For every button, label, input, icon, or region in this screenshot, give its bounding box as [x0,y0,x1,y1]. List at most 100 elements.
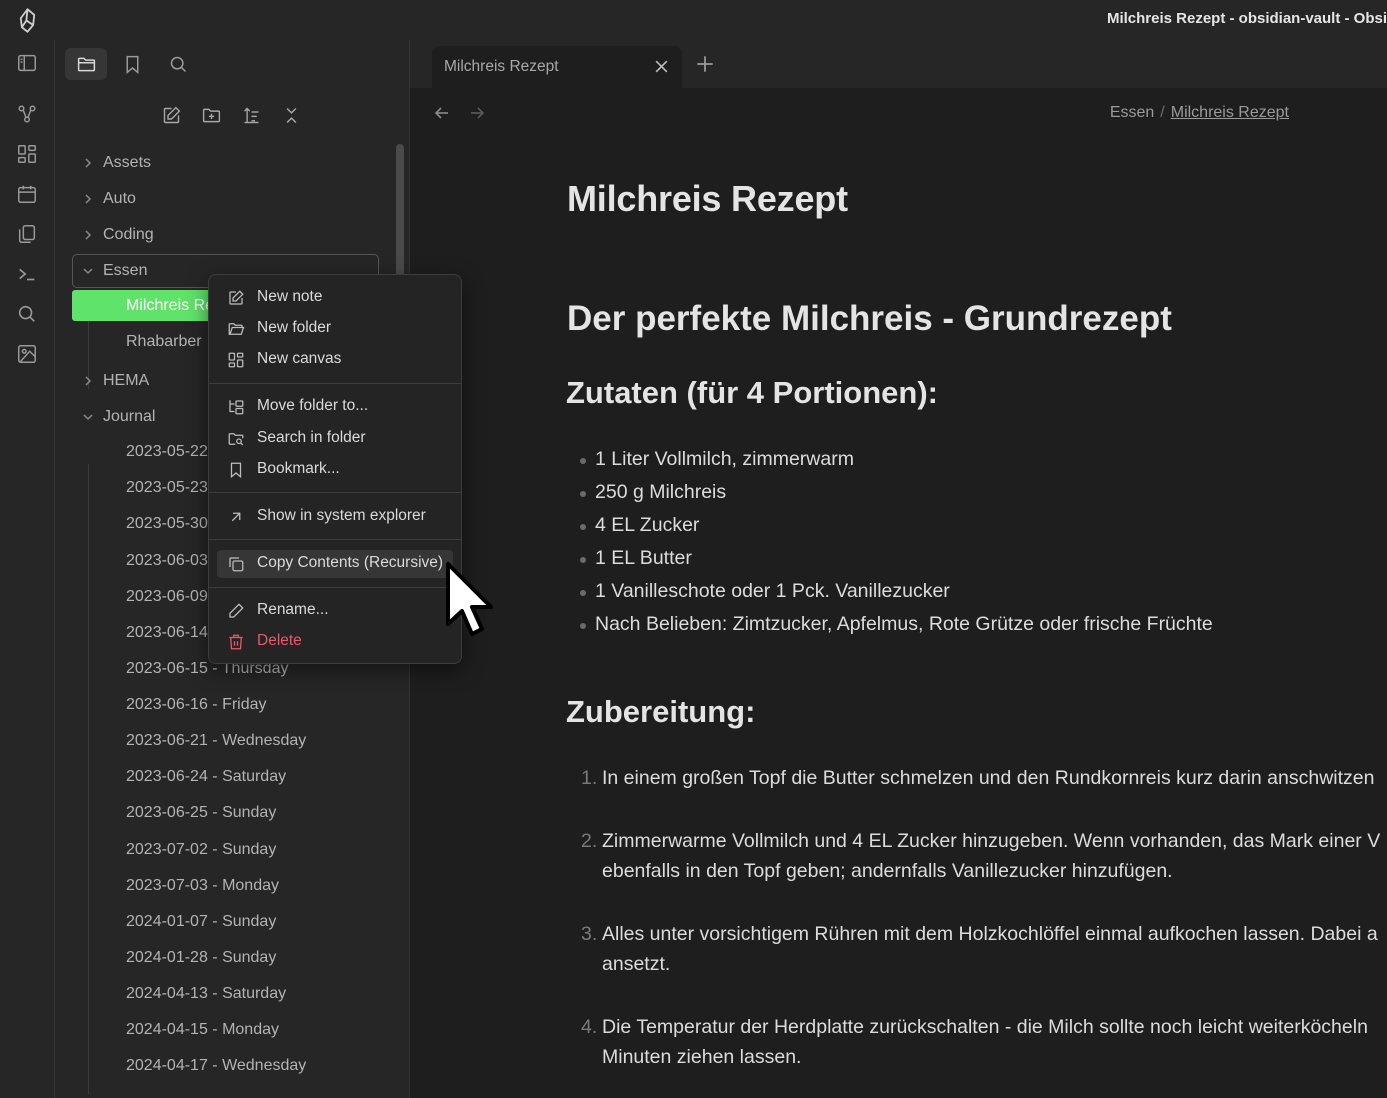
menu-item-bookmark[interactable]: Bookmark... [217,456,453,484]
tab-bar: Milchreis Rezept [410,40,1387,88]
step-number: 4. [581,1016,598,1038]
obsidian-logo-icon[interactable] [14,7,41,34]
tab-milchreis-rezept[interactable]: Milchreis Rezept [432,46,682,88]
bullet [580,458,586,464]
menu-item-label: Move folder to... [257,397,369,414]
step-text-continued: ebenfalls in den Topf geben; andernfalls… [602,860,1173,882]
step-text: Zimmerwarme Vollmilch und 4 EL Zucker hi… [602,830,1381,852]
journal-file[interactable]: 2023-06-25 - Sunday [126,798,276,828]
sidebar-scrollbar[interactable] [396,144,404,284]
step-text: Die Temperatur der Herdplatte zurückscha… [602,1016,1368,1038]
file-label: 2023-06-21 - Wednesday [126,732,307,749]
menu-item-new-note[interactable]: New note [217,284,453,312]
journal-file[interactable]: 2024-01-07 - Sunday [126,907,276,937]
step-text: In einem großen Topf die Butter schmelze… [602,767,1375,789]
folder-search-icon [228,433,244,446]
back-arrow-icon[interactable] [432,103,452,123]
chevron-right-icon [85,194,92,204]
file-label: 2023-06-16 - Friday [126,696,267,713]
journal-file[interactable]: 2023-06-03 [126,546,208,576]
tab-label: Milchreis Rezept [444,58,559,75]
list-item-text: 4 EL Zucker [595,514,700,536]
copy-icon [229,557,244,572]
pencil-icon [229,603,244,618]
chevron-down-icon [83,414,93,421]
chevron-right-icon [85,230,92,240]
menu-item-label: New note [257,288,323,305]
file-label: 2023-06-14 [126,624,208,641]
folder-label: Assets [103,154,152,171]
window-title: Milchreis Rezept - obsidian-vault - Obsi [1106,10,1387,27]
image-icon[interactable] [16,343,38,365]
search-icon [170,56,186,72]
forward-arrow-icon[interactable] [467,103,487,123]
file-rhabarber[interactable]: Rhabarber [126,327,202,357]
menu-divider [209,492,461,493]
heading-1: Der perfekte Milchreis - Grundrezept [567,299,1172,338]
step-text: Alles unter vorsichtigem Rühren mit dem … [602,923,1378,945]
file-label: 2023-07-02 - Sunday [126,841,277,858]
terminal-icon[interactable] [16,263,38,285]
editor-pane: Essen / Milchreis Rezept Milchreis Rezept … [410,88,1387,1098]
menu-item-rename[interactable]: Rename... [217,597,453,625]
close-icon[interactable] [653,58,670,75]
calendar-icon[interactable] [16,183,38,205]
note-title[interactable]: Milchreis Rezept [567,178,848,220]
file-label: 2024-01-28 - Sunday [126,949,277,966]
menu-item-copy-contents[interactable]: Copy Contents (Recursive) [217,550,453,578]
menu-item-show-in-explorer[interactable]: Show in system explorer [217,503,453,531]
breadcrumb: Essen / Milchreis Rezept [1110,104,1289,122]
journal-file[interactable]: 2023-06-16 - Friday [126,690,267,720]
search-tab[interactable] [157,48,199,80]
menu-item-search-in-folder[interactable]: Search in folder [217,425,453,453]
menu-item-label: New canvas [257,350,342,367]
journal-file[interactable]: 2023-06-21 - Wednesday [126,726,306,756]
sort-button[interactable] [238,102,264,128]
journal-file[interactable]: 2024-01-28 - Sunday [126,943,276,973]
journal-file[interactable]: 2023-07-03 - Monday [126,871,279,901]
folder-label: Coding [103,226,154,243]
templates-icon[interactable] [16,223,38,245]
graph-view-icon[interactable] [16,103,38,125]
journal-file[interactable]: 2023-05-22 [126,437,208,467]
journal-file[interactable]: 2024-04-15 - Monday [126,1015,279,1045]
list-item-text: 1 EL Butter [595,547,692,569]
menu-item-move-folder[interactable]: Move folder to... [217,393,453,421]
search-icon[interactable] [16,303,38,325]
file-milchreis-rezept[interactable]: Milchreis Rezept [72,290,227,321]
chevron-right-icon [85,376,92,386]
menu-item-label: Bookmark... [257,460,340,477]
collapse-all-button[interactable] [278,102,304,128]
new-folder-button[interactable] [198,102,224,128]
breadcrumb-parent[interactable]: Essen [1110,104,1154,121]
journal-file[interactable]: 2024-04-13 - Saturday [126,979,286,1009]
menu-item-new-canvas[interactable]: New canvas [217,346,453,374]
journal-file[interactable]: 2023-05-30 [126,509,208,539]
journal-file[interactable]: 2023-06-24 - Saturday [126,762,286,792]
file-label: 2023-05-22 [126,443,208,460]
bookmark-icon [126,55,138,74]
new-tab-icon[interactable] [694,53,716,75]
canvas-icon[interactable] [16,143,38,165]
journal-file[interactable]: 2023-07-02 - Sunday [126,835,276,865]
file-label: 2024-04-17 - Wednesday [126,1057,307,1074]
new-note-button[interactable] [158,102,184,128]
file-label: Rhabarber [126,333,202,350]
files-tab[interactable] [65,48,107,80]
journal-file[interactable]: 2023-05-23 [126,473,208,503]
menu-item-new-folder[interactable]: New folder [217,315,453,343]
sidebar-toggle-icon[interactable] [16,52,38,74]
list-item-text: 1 Liter Vollmilch, zimmerwarm [595,448,854,470]
menu-item-label: Copy Contents (Recursive) [257,554,444,571]
bullet [580,590,586,596]
breadcrumb-current[interactable]: Milchreis Rezept [1171,104,1289,121]
chevron-right-icon [85,158,92,168]
list-item-text: 1 Vanilleschote oder 1 Pck. Vanillezucke… [595,580,950,602]
journal-file[interactable]: 2024-04-17 - Wednesday [126,1051,306,1081]
menu-item-delete[interactable]: Delete [217,628,453,656]
bookmarks-tab[interactable] [111,48,153,80]
journal-file[interactable]: 2023-06-09 [126,582,208,612]
collapse-icon [286,107,296,123]
journal-file[interactable]: 2023-06-14 [126,618,208,648]
menu-item-label: Delete [257,632,302,649]
